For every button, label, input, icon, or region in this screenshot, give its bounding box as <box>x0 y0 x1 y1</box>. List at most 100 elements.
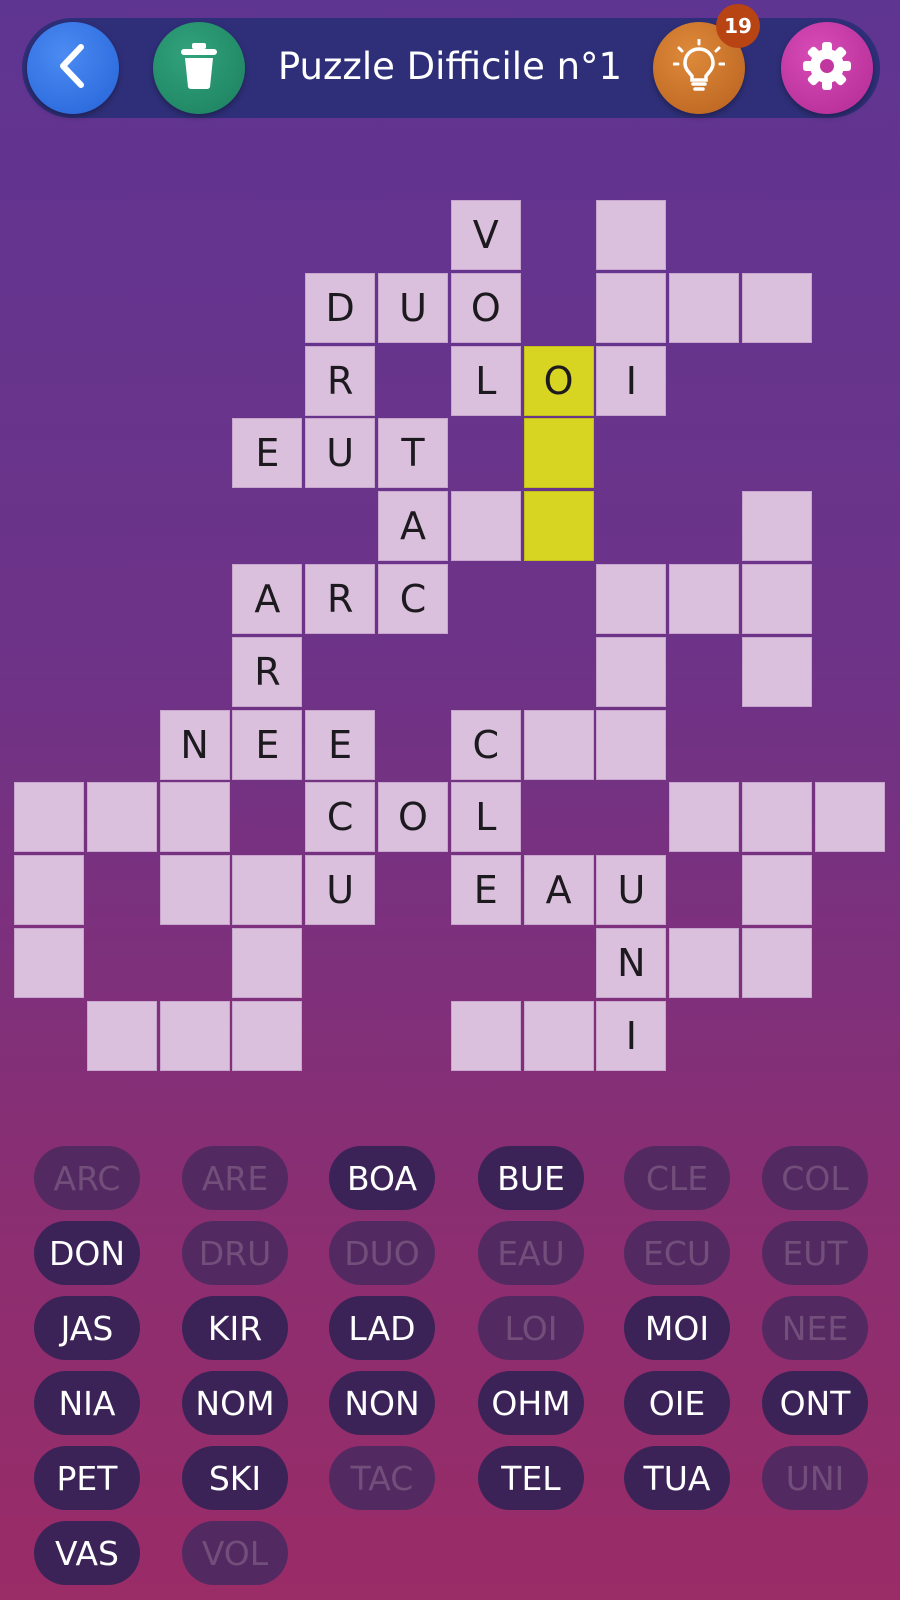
grid-cell[interactable] <box>669 782 740 853</box>
grid-cell[interactable] <box>669 564 740 634</box>
grid-cell[interactable] <box>596 272 667 343</box>
grid-cell[interactable]: T <box>378 418 448 489</box>
word-chip[interactable]: LAD <box>329 1296 435 1360</box>
word-chip[interactable]: JAS <box>34 1296 140 1360</box>
grid-cell[interactable]: V <box>450 200 521 270</box>
word-chip[interactable]: UNI <box>762 1446 868 1510</box>
grid-cell[interactable] <box>159 855 230 926</box>
grid-cell[interactable]: U <box>596 855 667 926</box>
grid-cell[interactable] <box>14 928 84 998</box>
grid-cell[interactable] <box>669 928 740 998</box>
word-chip[interactable]: TEL <box>478 1446 584 1510</box>
grid-cell[interactable] <box>596 709 667 780</box>
settings-button[interactable] <box>781 22 873 114</box>
grid-cell[interactable] <box>14 782 84 853</box>
word-chip[interactable]: EAU <box>478 1221 584 1285</box>
word-chip[interactable]: ONT <box>762 1371 868 1435</box>
grid-cell[interactable] <box>232 1000 303 1071</box>
grid-cell[interactable]: E <box>450 855 521 926</box>
word-chip[interactable]: COL <box>762 1146 868 1210</box>
grid-cell[interactable] <box>232 855 303 926</box>
grid-cell[interactable] <box>523 418 594 489</box>
word-chip[interactable]: TUA <box>624 1446 730 1510</box>
word-chip[interactable]: PET <box>34 1446 140 1510</box>
grid-cell[interactable]: D <box>305 272 376 343</box>
grid-cell[interactable] <box>742 491 812 562</box>
word-chip[interactable]: DRU <box>182 1221 288 1285</box>
puzzle-title: Puzzle Difficile n°1 <box>277 45 623 88</box>
grid-cell[interactable] <box>742 855 812 926</box>
word-chip[interactable]: NON <box>329 1371 435 1435</box>
grid-cell[interactable]: I <box>596 1000 667 1071</box>
word-chip[interactable]: SKI <box>182 1446 288 1510</box>
grid-cell[interactable]: U <box>305 855 376 926</box>
word-chip[interactable]: NIA <box>34 1371 140 1435</box>
grid-cell[interactable] <box>742 564 812 634</box>
grid-cell[interactable]: U <box>305 418 376 489</box>
grid-cell[interactable]: U <box>378 272 448 343</box>
grid-cell[interactable]: E <box>232 709 303 780</box>
grid-cell[interactable]: L <box>450 782 521 853</box>
grid-cell[interactable]: N <box>596 928 667 998</box>
grid-cell[interactable] <box>742 928 812 998</box>
grid-cell[interactable] <box>450 491 521 562</box>
word-chip[interactable]: NEE <box>762 1296 868 1360</box>
grid-cell[interactable]: E <box>232 418 303 489</box>
grid-cell[interactable]: R <box>232 636 303 707</box>
word-chip[interactable]: TAC <box>329 1446 435 1510</box>
grid-cell[interactable] <box>450 1000 521 1071</box>
word-chip[interactable]: BOA <box>329 1146 435 1210</box>
grid-cell[interactable] <box>159 1000 230 1071</box>
word-chip[interactable]: NOM <box>182 1371 288 1435</box>
grid-cell[interactable]: C <box>305 782 376 853</box>
grid-cell[interactable] <box>14 855 84 926</box>
grid-cell[interactable]: A <box>523 855 594 926</box>
word-chip[interactable]: OIE <box>624 1371 730 1435</box>
hint-count-badge: 19 <box>716 4 760 48</box>
grid-cell[interactable]: L <box>450 345 521 416</box>
grid-cell[interactable] <box>814 782 885 853</box>
word-chip[interactable]: DON <box>34 1221 140 1285</box>
grid-cell[interactable]: A <box>378 491 448 562</box>
word-chip[interactable]: EUT <box>762 1221 868 1285</box>
word-chip[interactable]: CLE <box>624 1146 730 1210</box>
word-chip[interactable]: VOL <box>182 1521 288 1585</box>
word-chip[interactable]: ARE <box>182 1146 288 1210</box>
grid-cell[interactable]: A <box>232 564 303 634</box>
word-chip[interactable]: KIR <box>182 1296 288 1360</box>
grid-cell[interactable] <box>596 200 667 270</box>
grid-cell[interactable]: O <box>450 272 521 343</box>
grid-cell[interactable] <box>596 636 667 707</box>
grid-cell[interactable] <box>742 272 812 343</box>
grid-cell[interactable] <box>86 782 157 853</box>
grid-cell[interactable]: R <box>305 345 376 416</box>
grid-cell[interactable] <box>232 928 303 998</box>
grid-cell[interactable]: N <box>159 709 230 780</box>
grid-cell[interactable]: C <box>450 709 521 780</box>
grid-cell[interactable] <box>742 782 812 853</box>
grid-cell[interactable]: O <box>378 782 448 853</box>
grid-cell[interactable] <box>669 272 740 343</box>
word-chip[interactable]: LOI <box>478 1296 584 1360</box>
grid-cell[interactable] <box>159 782 230 853</box>
trash-button[interactable] <box>153 22 245 114</box>
grid-cell[interactable]: O <box>523 345 594 416</box>
grid-cell[interactable]: E <box>305 709 376 780</box>
word-chip[interactable]: VAS <box>34 1521 140 1585</box>
grid-cell[interactable] <box>523 491 594 562</box>
grid-cell[interactable] <box>596 564 667 634</box>
grid-cell[interactable] <box>523 1000 594 1071</box>
grid-cell[interactable] <box>742 636 812 707</box>
word-chip[interactable]: OHM <box>478 1371 584 1435</box>
word-chip[interactable]: ARC <box>34 1146 140 1210</box>
grid-cell[interactable] <box>523 709 594 780</box>
word-chip[interactable]: BUE <box>478 1146 584 1210</box>
back-button[interactable] <box>27 22 119 114</box>
word-chip[interactable]: ECU <box>624 1221 730 1285</box>
grid-cell[interactable]: R <box>305 564 376 634</box>
grid-cell[interactable]: C <box>378 564 448 634</box>
word-chip[interactable]: DUO <box>329 1221 435 1285</box>
grid-cell[interactable]: I <box>596 345 667 416</box>
word-chip[interactable]: MOI <box>624 1296 730 1360</box>
grid-cell[interactable] <box>86 1000 157 1071</box>
